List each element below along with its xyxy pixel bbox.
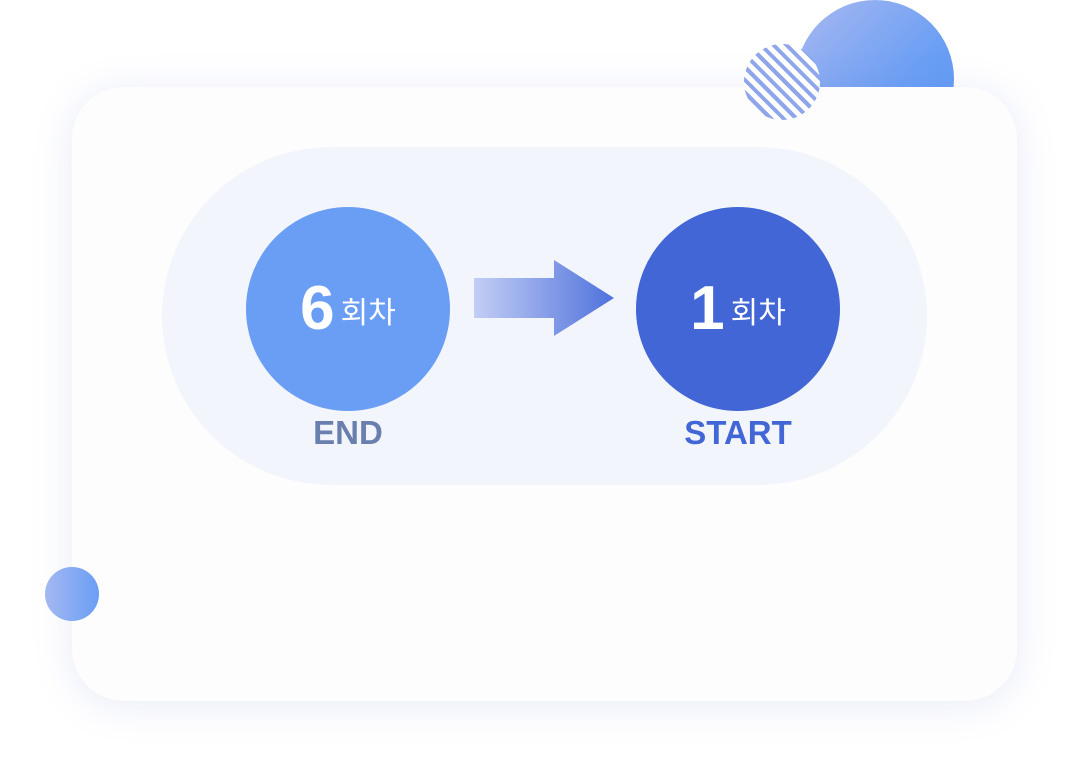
step-start-unit: 회차	[730, 296, 786, 331]
arrow-right-icon	[474, 260, 614, 336]
step-start-label: START	[684, 414, 792, 451]
step-end-circle: 6 회차	[246, 207, 450, 411]
step-start-circle: 1 회차	[636, 207, 840, 411]
step-start-number: 1	[690, 274, 725, 343]
illustration-stage: 6 회차 END 1 회차 START	[0, 0, 1089, 777]
decorative-striped-circle	[744, 44, 820, 120]
step-end-number: 6	[300, 274, 335, 343]
step-end-unit: 회차	[340, 296, 396, 331]
decorative-small-circle	[45, 567, 99, 621]
step-end-label: END	[313, 414, 383, 451]
